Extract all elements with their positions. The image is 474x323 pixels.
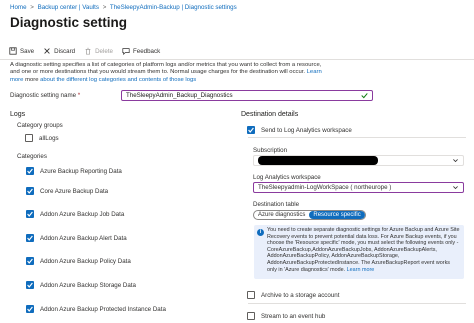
setting-name-value: TheSleepyAdmin_Backup_Diagnostics [126,92,233,99]
checkbox-checked[interactable] [26,167,34,175]
all-logs-checkbox-row[interactable]: allLogs [25,134,59,142]
setting-name-label: Diagnostic setting name * [10,92,81,99]
toolbar: Save Discard Delete Feedback [9,45,169,57]
archive-storage-checkbox[interactable] [247,291,255,299]
close-icon [44,48,50,54]
category-row[interactable]: Addon Azure Backup Storage Data [26,281,136,289]
workspace-select[interactable]: TheSleepyadmin-LogWorkSpace ( northeurop… [253,182,464,193]
breadcrumb-separator: > [30,4,34,11]
description: A diagnostic setting specifies a list of… [10,62,330,84]
check-icon [27,306,33,312]
check-icon [27,168,33,174]
setting-name-input[interactable]: TheSleepyAdmin_Backup_Diagnostics [121,90,373,101]
category-label: Addon Azure Backup Alert Data [40,234,127,242]
feedback-button[interactable]: Feedback [122,47,160,55]
feedback-label: Feedback [132,47,161,55]
category-label: Azure Backup Reporting Data [40,167,122,175]
feedback-icon [122,48,130,55]
breadcrumb-vaults[interactable]: Backup center | Vaults [38,4,99,11]
save-button[interactable]: Save [9,47,34,55]
discard-label: Discard [54,47,76,55]
check-icon [27,211,33,217]
category-label: Addon Azure Backup Protected Instance Da… [40,305,166,313]
send-to-log-analytics-row[interactable]: Send to Log Analytics workspace [247,126,352,134]
save-label: Save [20,47,35,55]
checkbox-checked[interactable] [26,281,34,289]
send-to-log-analytics-checkbox[interactable] [247,126,255,134]
all-logs-label: allLogs [39,134,59,142]
checkmark-icon [361,93,368,99]
check-icon [248,127,254,133]
workspace-value: TheSleepyadmin-LogWorkSpace ( northeurop… [258,184,392,191]
required-mark: * [77,92,81,99]
send-to-log-analytics-label: Send to Log Analytics workspace [261,126,352,134]
trash-icon [85,47,91,55]
category-label: Addon Azure Backup Job Data [40,210,125,218]
delete-label: Delete [95,47,113,55]
description-more: more [25,76,39,83]
delete-button[interactable]: Delete [84,47,113,55]
category-row[interactable]: Addon Azure Backup Alert Data [26,234,127,242]
chevron-down-icon [453,186,458,190]
check-icon [27,235,33,241]
toggle-resource-specific[interactable]: Resource specific [309,211,365,219]
logs-heading: Logs [10,111,26,118]
category-groups-label: Category groups [17,122,63,129]
archive-storage-row[interactable]: Archive to a storage account [247,291,339,299]
checkbox-checked[interactable] [26,210,34,218]
destination-heading: Destination details [241,111,299,118]
breadcrumb-diagnostic-settings[interactable]: TheSleepyAdmin-Backup | Diagnostic setti… [110,4,237,11]
category-label: Addon Azure Backup Policy Data [40,257,131,265]
workspace-label: Log Analytics workspace [253,174,321,181]
check-icon [27,188,33,194]
destination-table-label: Destination table [253,201,300,208]
event-hub-checkbox[interactable] [247,312,255,320]
toggle-azure-diagnostics[interactable]: Azure diagnostics [254,211,309,219]
divider [248,137,466,138]
chevron-down-icon [453,159,458,163]
log-categories-link[interactable]: about the different log categories and c… [40,77,196,83]
event-hub-row[interactable]: Stream to an event hub [247,312,325,320]
all-logs-checkbox[interactable] [25,134,33,142]
category-row[interactable]: Core Azure Backup Data [26,187,108,195]
category-label: Core Azure Backup Data [40,187,109,195]
category-row[interactable]: Addon Azure Backup Job Data [26,210,124,218]
breadcrumb-separator: > [102,4,107,11]
subscription-label: Subscription [253,147,288,154]
checkbox-checked[interactable] [26,234,34,242]
divider [248,303,466,304]
info-banner: You need to create separate diagnostic s… [254,225,464,279]
checkbox-checked[interactable] [26,257,34,265]
save-icon [9,47,17,55]
category-label: Addon Azure Backup Storage Data [40,281,136,289]
check-icon [27,282,33,288]
archive-storage-label: Archive to a storage account [261,291,340,299]
checkbox-checked[interactable] [26,305,34,313]
description-text: A diagnostic setting specifies a list of… [10,62,322,76]
page-title: Diagnostic setting [10,15,128,30]
destination-table-toggle[interactable]: Azure diagnostics Resource specific [253,210,366,220]
category-row[interactable]: Addon Azure Backup Policy Data [26,257,131,265]
event-hub-label: Stream to an event hub [261,312,326,320]
discard-button[interactable]: Discard [43,47,75,55]
breadcrumb-home[interactable]: Home [10,4,27,11]
check-icon [27,258,33,264]
info-icon: i [257,229,264,236]
category-row[interactable]: Azure Backup Reporting Data [26,167,122,175]
redacted-subscription [258,156,378,165]
category-row[interactable]: Addon Azure Backup Protected Instance Da… [26,305,166,313]
subscription-select[interactable] [253,155,464,166]
checkbox-checked[interactable] [26,187,34,195]
toolbar-divider [0,59,474,60]
categories-label: Categories [17,153,47,160]
breadcrumb: Home > Backup center | Vaults > TheSleep… [10,4,237,11]
info-learn-more-link[interactable]: Learn more [347,267,375,273]
